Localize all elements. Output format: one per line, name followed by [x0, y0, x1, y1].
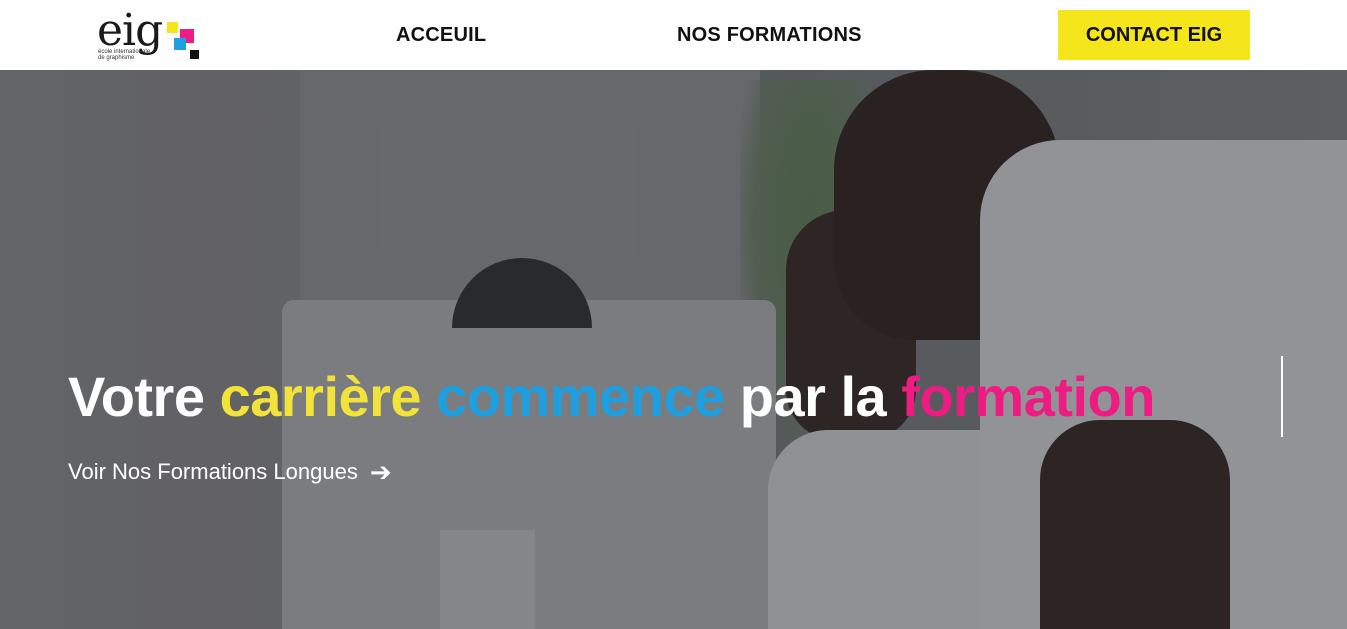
headline-word-formation: formation	[901, 365, 1155, 428]
nav-link-accueil[interactable]: ACCEUIL	[396, 24, 486, 47]
headline-word-par-la: par la	[739, 365, 887, 428]
headline-word-carriere: carrière	[219, 365, 422, 428]
site-header: eig école internationale de graphisme AC…	[0, 0, 1347, 70]
nav-link-nos-formations[interactable]: NOS FORMATIONS	[677, 24, 862, 47]
hero-link-label: Voir Nos Formations Longues	[68, 459, 358, 484]
arrow-right-icon: ➔	[369, 457, 392, 487]
logo-tagline: école internationale de graphisme	[98, 49, 151, 61]
headline-word-commence: commence	[436, 365, 725, 428]
logo-square-yellow	[167, 22, 178, 33]
logo-square-black	[190, 50, 199, 59]
logo-square-blue	[174, 38, 186, 50]
hero-headline: Votre carrière commence par la formation	[68, 362, 1155, 432]
contact-eig-button[interactable]: CONTACT EIG	[1058, 10, 1250, 60]
headline-word-votre: Votre	[68, 365, 205, 428]
eig-logo[interactable]: eig école internationale de graphisme	[97, 6, 207, 62]
voir-formations-longues-link[interactable]: Voir Nos Formations Longues ➔	[68, 459, 392, 485]
hero-overlay	[0, 70, 1347, 629]
typing-caret	[1281, 356, 1283, 437]
hero-section: Votre carrière commence par la formation…	[0, 70, 1347, 629]
